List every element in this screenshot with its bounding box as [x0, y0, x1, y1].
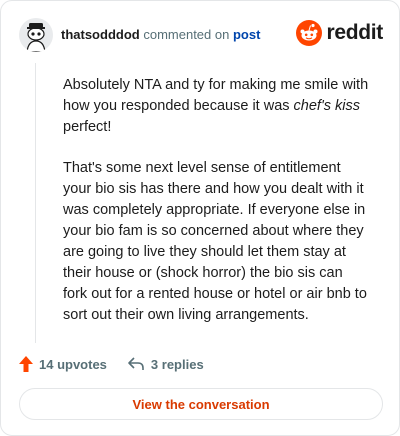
thread-line: [35, 63, 36, 343]
comment-header: thatsodddod commented on post reddit: [19, 17, 383, 53]
view-conversation-button[interactable]: View the conversation: [19, 388, 383, 420]
username-link[interactable]: thatsodddod: [61, 27, 140, 42]
upvotes-button[interactable]: 14 upvotes: [19, 356, 107, 372]
emphasis-text: chef's kiss: [293, 98, 360, 114]
reddit-snoo-logo-icon: [296, 20, 323, 46]
comment-paragraph-1: Absolutely NTA and ty for making me smil…: [63, 77, 369, 135]
post-link[interactable]: post: [233, 27, 260, 42]
replies-button[interactable]: 3 replies: [127, 356, 204, 372]
embedded-comment-card: thatsodddod commented on post reddit Abs…: [0, 0, 400, 436]
brand-wordmark: reddit: [326, 21, 383, 44]
upvote-arrow-icon: [19, 356, 33, 372]
comment-paragraph-2: That's some next level sense of entitlem…: [63, 160, 367, 323]
upvotes-count: 14 upvotes: [39, 356, 107, 372]
replies-count: 3 replies: [150, 356, 204, 372]
snoo-avatar-icon[interactable]: [19, 18, 53, 52]
action-text: commented on: [143, 27, 230, 42]
reply-arrow-icon: [128, 357, 144, 370]
reddit-brand[interactable]: reddit: [296, 20, 383, 46]
comment-body: Absolutely NTA and ty for making me smil…: [63, 75, 369, 346]
comment-actions: 14 upvotes 3 replies: [19, 353, 224, 375]
comment-meta: thatsodddod commented on post: [61, 26, 260, 44]
